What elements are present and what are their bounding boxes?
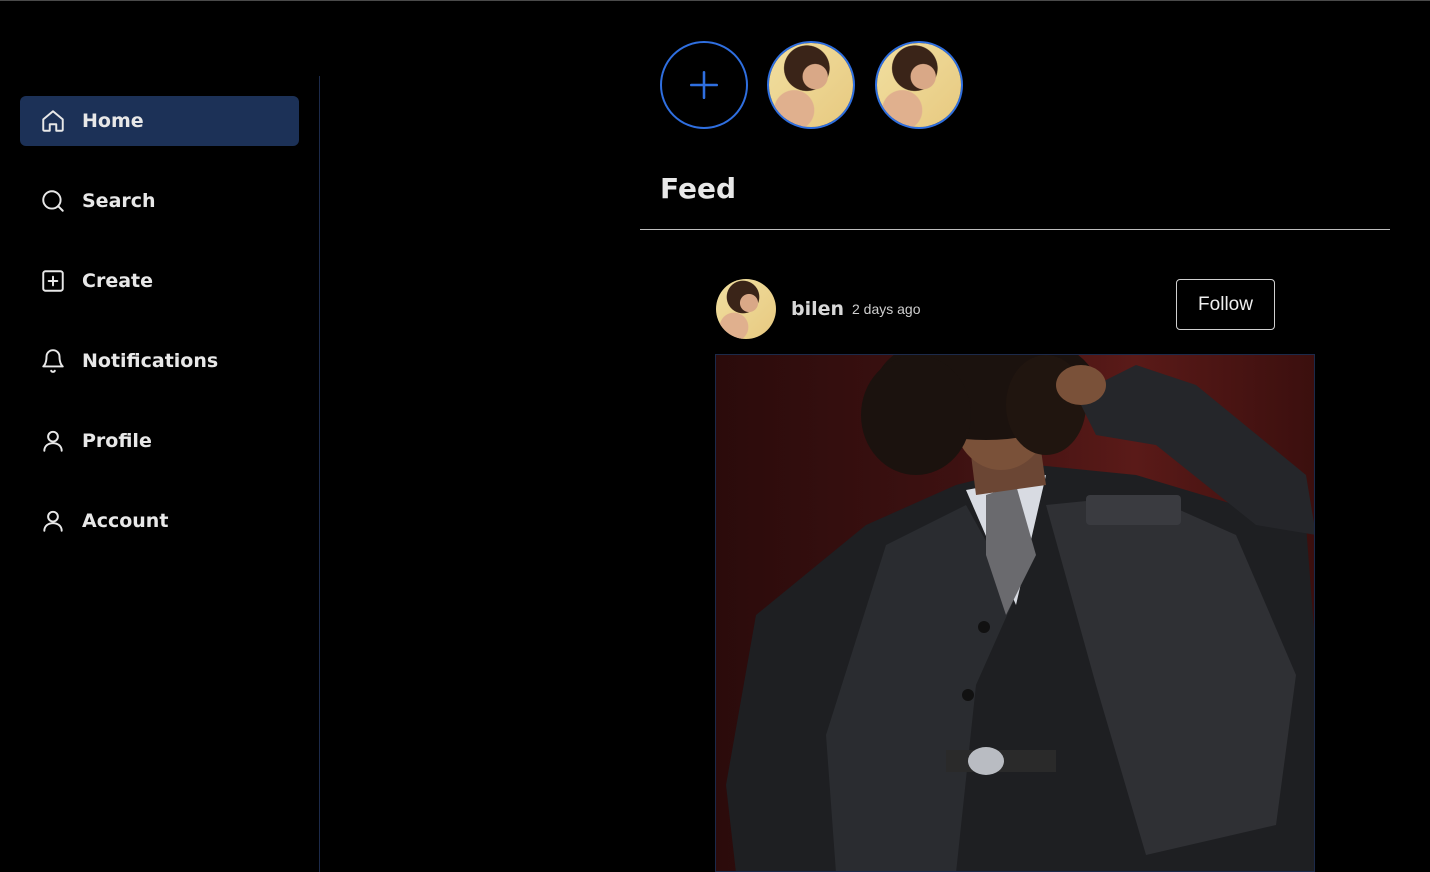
post-photo bbox=[726, 355, 1314, 871]
user-icon bbox=[40, 508, 66, 534]
avatar-image bbox=[769, 43, 853, 127]
story-avatar[interactable] bbox=[767, 41, 855, 129]
avatar-image bbox=[877, 43, 961, 127]
post-author-avatar[interactable] bbox=[716, 279, 776, 339]
sidebar-item-home[interactable]: Home bbox=[20, 96, 299, 146]
sidebar-item-label: Search bbox=[82, 190, 156, 212]
sidebar-item-profile[interactable]: Profile bbox=[20, 416, 299, 466]
avatar-image bbox=[716, 279, 776, 339]
add-story-button[interactable] bbox=[660, 41, 748, 129]
sidebar-item-notifications[interactable]: Notifications bbox=[20, 336, 299, 386]
plus-square-icon bbox=[40, 268, 66, 294]
home-icon bbox=[40, 108, 66, 134]
post-image[interactable] bbox=[715, 354, 1315, 872]
sidebar-item-label: Home bbox=[82, 110, 144, 132]
bell-icon bbox=[40, 348, 66, 374]
sidebar-item-search[interactable]: Search bbox=[20, 176, 299, 226]
follow-button[interactable]: Follow bbox=[1176, 279, 1275, 330]
sidebar-item-label: Create bbox=[82, 270, 153, 292]
page-title: Feed bbox=[660, 172, 737, 205]
user-icon bbox=[40, 428, 66, 454]
sidebar-item-label: Account bbox=[82, 510, 169, 532]
sidebar-item-label: Profile bbox=[82, 430, 152, 452]
sidebar-item-label: Notifications bbox=[82, 350, 219, 372]
sidebar-item-account[interactable]: Account bbox=[20, 496, 299, 546]
feed-divider bbox=[640, 229, 1390, 230]
search-icon bbox=[40, 188, 66, 214]
sidebar-divider bbox=[319, 76, 320, 872]
sidebar: Home Search Create Notifications Profile… bbox=[0, 0, 319, 872]
story-avatar[interactable] bbox=[875, 41, 963, 129]
sidebar-item-create[interactable]: Create bbox=[20, 256, 299, 306]
plus-icon bbox=[689, 70, 719, 100]
post-username[interactable]: bilen bbox=[791, 298, 844, 320]
post-timestamp: 2 days ago bbox=[852, 301, 921, 317]
